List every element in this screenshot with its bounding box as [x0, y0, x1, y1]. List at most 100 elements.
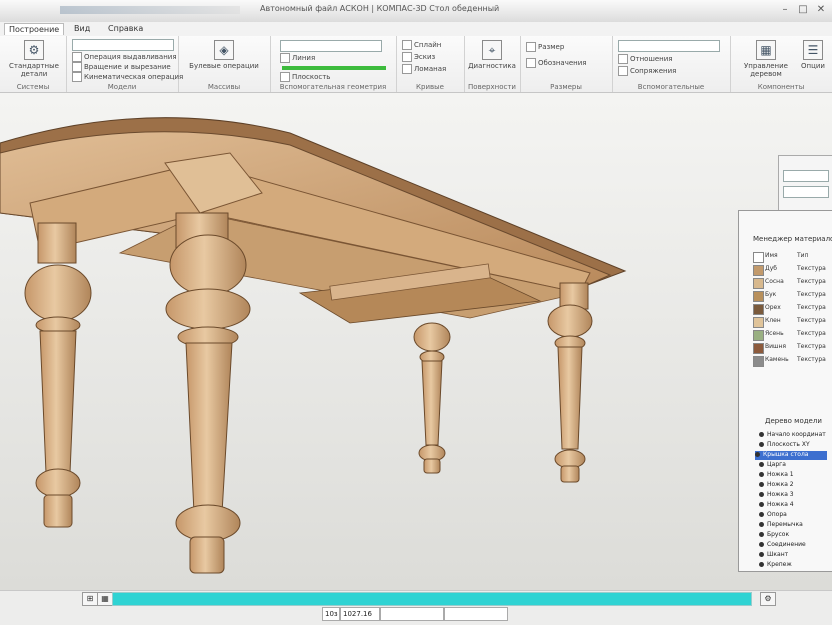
- material-row[interactable]: Бук Текстура: [753, 290, 829, 302]
- tree-item[interactable]: Соединение: [759, 541, 806, 550]
- ribbon-group-auxiliary: Отношения Сопряжения Вспомогательные: [612, 36, 731, 92]
- ribbon-group-models: Операция выдавливания Вращение и вырезан…: [66, 36, 183, 92]
- ribbon-group-dimensions: Размер Обозначения Размеры: [520, 36, 613, 92]
- ribbon-row-relations[interactable]: Отношения: [618, 54, 673, 64]
- grid-icon[interactable]: ▦: [97, 592, 113, 606]
- mini-panel-field-2[interactable]: [783, 186, 829, 198]
- material-swatch: [753, 356, 764, 367]
- ribbon-row-extrude[interactable]: Операция выдавливания: [72, 52, 177, 62]
- coord-value[interactable]: 1027.16: [340, 607, 380, 621]
- tree-node-icon: [759, 552, 764, 557]
- ribbon: ⚙ Стандартные детали Системы Операция вы…: [0, 36, 832, 93]
- title-bar: Автономный файл АСКОН | КОМПАС-3D Стол о…: [0, 0, 832, 23]
- aux-geometry-field[interactable]: [280, 40, 382, 52]
- ribbon-row-designations[interactable]: Обозначения: [526, 58, 586, 68]
- quick-access-toolbar[interactable]: [60, 6, 240, 14]
- model-viewport[interactable]: [0, 93, 832, 590]
- tree-item[interactable]: Брусок: [759, 531, 789, 540]
- material-name: Орех: [765, 304, 781, 311]
- settings-icon[interactable]: ⚙: [760, 592, 776, 606]
- tree-item-label: Шкант: [767, 551, 789, 558]
- tree-node-icon: [759, 502, 764, 507]
- tree-item[interactable]: Плоскость XY: [759, 441, 810, 450]
- ribbon-row-sketch[interactable]: Эскиз: [402, 52, 435, 62]
- tab-help[interactable]: Справка: [104, 23, 147, 34]
- material-row[interactable]: Вишня Текстура: [753, 342, 829, 354]
- tree-icon: ▦: [756, 40, 776, 60]
- tree-item-label: Опора: [767, 511, 787, 518]
- material-swatch: [753, 343, 764, 354]
- material-row[interactable]: Орех Текстура: [753, 303, 829, 315]
- material-name: Дуб: [765, 265, 777, 272]
- mini-panel-field[interactable]: [783, 170, 829, 182]
- ribbon-row-line[interactable]: Линия: [280, 53, 315, 63]
- ribbon-tabs: Построение Вид Справка: [0, 22, 832, 37]
- minimize-button[interactable]: –: [778, 3, 792, 17]
- diagnostics-icon: ⌖: [482, 40, 502, 60]
- material-row[interactable]: Сосна Текстура: [753, 277, 829, 289]
- ribbon-row-sweep[interactable]: Кинематическая операция: [72, 72, 183, 82]
- properties-mini-panel[interactable]: [778, 155, 832, 215]
- material-type: Текстура: [797, 330, 826, 337]
- tree-item[interactable]: Шкант: [759, 551, 788, 560]
- ribbon-row-revolve[interactable]: Вращение и вырезание: [72, 62, 171, 72]
- material-row[interactable]: Дуб Текстура: [753, 264, 829, 276]
- material-type: Текстура: [797, 291, 826, 298]
- ribbon-row-polyline[interactable]: Ломаная: [402, 64, 446, 74]
- tree-item-label: Ножка 1: [767, 471, 794, 478]
- snap-icon[interactable]: ⊞: [82, 592, 98, 606]
- tree-item[interactable]: Крышка стола: [755, 451, 827, 460]
- material-swatch: [753, 291, 764, 302]
- ribbon-row-plane[interactable]: Плоскость: [280, 72, 330, 82]
- ribbon-row-dimension[interactable]: Размер: [526, 42, 564, 52]
- ribbon-group-aux-geometry: Линия Плоскость Вспомогательная геометри…: [270, 36, 397, 92]
- tree-item[interactable]: Ножка 3: [759, 491, 794, 500]
- progress-bar: [112, 592, 752, 606]
- tab-build[interactable]: Построение: [4, 23, 65, 35]
- material-swatch: [753, 265, 764, 276]
- tree-item[interactable]: Ножка 2: [759, 481, 794, 490]
- tree-item[interactable]: Ножка 1: [759, 471, 794, 480]
- tree-manage-button[interactable]: ▦ Управление деревом: [736, 40, 796, 78]
- material-type: Текстура: [797, 343, 826, 350]
- tree-item[interactable]: Ножка 4: [759, 501, 794, 510]
- material-row[interactable]: Ясень Текстура: [753, 329, 829, 341]
- coord-label: 10з: [322, 607, 340, 621]
- material-type: Текстура: [797, 317, 826, 324]
- window-title: Автономный файл АСКОН | КОМПАС-3D Стол о…: [260, 4, 500, 13]
- boolean-icon: ◈: [214, 40, 234, 60]
- tree-item[interactable]: Опора: [759, 511, 787, 520]
- material-name: Камень: [765, 356, 789, 363]
- ribbon-row-mates[interactable]: Сопряжения: [618, 66, 676, 76]
- material-row[interactable]: Камень Текстура: [753, 355, 829, 367]
- tree-item[interactable]: Начало координат: [759, 431, 826, 440]
- side-panel: Менеджер материалов Имя Тип Дуб Текстура Сос…: [738, 210, 832, 572]
- material-swatch: [753, 317, 764, 328]
- tree-item-label: Ножка 3: [767, 491, 794, 498]
- material-name: Сосна: [765, 278, 784, 285]
- close-button[interactable]: ✕: [814, 3, 828, 17]
- material-row[interactable]: Имя Тип: [753, 251, 829, 263]
- diagnostics-button[interactable]: ⌖ Диагностика: [468, 40, 516, 70]
- material-swatch: [753, 278, 764, 289]
- tab-view[interactable]: Вид: [70, 23, 94, 34]
- tree-node-icon: [759, 512, 764, 517]
- standard-parts-button[interactable]: ⚙ Стандартные детали: [6, 40, 62, 78]
- operation-field[interactable]: [72, 39, 174, 51]
- options-button[interactable]: ☰ Опции: [798, 40, 828, 70]
- ribbon-row-spline[interactable]: Сплайн: [402, 40, 441, 50]
- maximize-button[interactable]: □: [796, 3, 810, 17]
- status-field-2[interactable]: [444, 607, 508, 621]
- material-row[interactable]: Клен Текстура: [753, 316, 829, 328]
- relations-field[interactable]: [618, 40, 720, 52]
- tree-item-label: Ножка 4: [767, 501, 794, 508]
- status-field-1[interactable]: [380, 607, 444, 621]
- boolean-button[interactable]: ◈ Булевые операции: [188, 40, 260, 70]
- tree-item[interactable]: Перемычка: [759, 521, 803, 530]
- tree-item-label: Брусок: [767, 531, 790, 538]
- tree-item-label: Начало координат: [767, 431, 826, 438]
- tree-item[interactable]: Крепеж: [759, 561, 792, 570]
- material-swatch: [753, 330, 764, 341]
- tree-item[interactable]: Царга: [759, 461, 786, 470]
- active-indicator: [282, 66, 386, 70]
